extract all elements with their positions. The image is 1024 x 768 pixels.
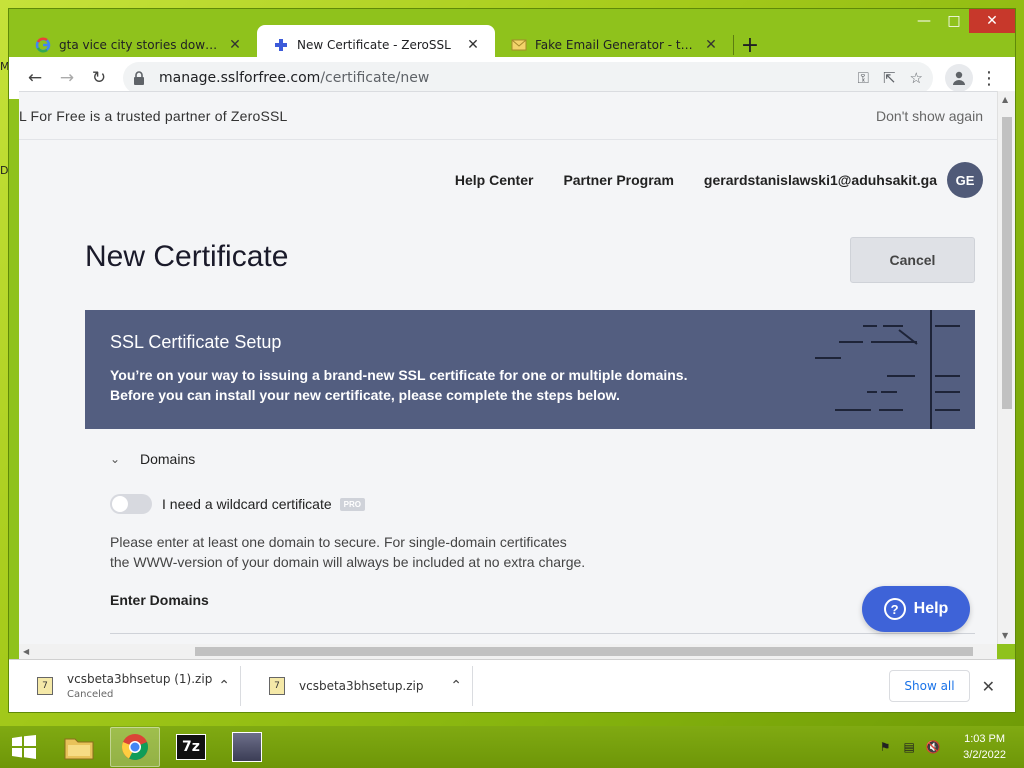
lock-icon[interactable] bbox=[133, 71, 151, 85]
chevron-down-icon: ⌄ bbox=[110, 452, 121, 466]
tab-title: gta vice city stories download for bbox=[59, 38, 221, 52]
scroll-down-icon[interactable]: ▼ bbox=[1002, 631, 1008, 640]
chevron-up-icon[interactable]: ⌃ bbox=[218, 678, 230, 694]
download-item[interactable]: 7 vcsbeta3bhsetup (1).zip Canceled ⌃ bbox=[9, 666, 241, 706]
clock[interactable]: 1:03 PM 3/2/2022 bbox=[963, 731, 1006, 763]
wildcard-label: I need a wildcard certificate bbox=[162, 496, 332, 512]
info-line: the WWW-version of your domain will alwa… bbox=[110, 554, 586, 570]
horizontal-scrollbar[interactable]: ◀ bbox=[19, 644, 997, 659]
url-text: manage.sslforfree.com/certificate/new bbox=[159, 70, 430, 86]
share-icon[interactable]: ⇱ bbox=[883, 69, 896, 87]
system-tray: ⚑ ▤ 🔇 1:03 PM 3/2/2022 bbox=[877, 731, 1024, 763]
google-icon bbox=[35, 37, 51, 53]
ssl-setup-card: SSL Certificate Setup You’re on your way… bbox=[85, 310, 975, 644]
taskbar: 7z ⚑ ▤ 🔇 1:03 PM 3/2/2022 bbox=[0, 726, 1024, 768]
volume-icon[interactable]: 🔇 bbox=[925, 739, 941, 755]
domains-label: Domains bbox=[140, 451, 196, 467]
zip-file-icon: 7 bbox=[37, 677, 53, 695]
chrome-icon bbox=[122, 734, 148, 760]
page-viewport: L For Free is a trusted partner of ZeroS… bbox=[19, 91, 1015, 644]
7zip-icon: 7z bbox=[176, 734, 206, 760]
domains-section-toggle[interactable]: ⌄ Domains bbox=[110, 449, 950, 469]
scroll-up-icon[interactable]: ▲ bbox=[1002, 95, 1008, 104]
wildcard-toggle[interactable] bbox=[110, 494, 152, 514]
setup-header: SSL Certificate Setup You’re on your way… bbox=[85, 310, 975, 429]
zip-file-icon: 7 bbox=[269, 677, 285, 695]
download-status: Canceled bbox=[67, 689, 114, 700]
download-item[interactable]: 7 vcsbeta3bhsetup.zip ⌃ bbox=[241, 666, 473, 706]
game-icon bbox=[232, 732, 262, 762]
wildcard-row: I need a wildcard certificate PRO bbox=[110, 494, 950, 514]
close-tab-icon[interactable]: ✕ bbox=[227, 37, 243, 53]
decorative-lines-icon bbox=[815, 310, 960, 429]
menu-icon[interactable]: ⋮ bbox=[973, 62, 1005, 94]
close-window-button[interactable]: ✕ bbox=[969, 9, 1015, 33]
pro-badge: PRO bbox=[339, 497, 365, 511]
close-tab-icon[interactable]: ✕ bbox=[703, 37, 719, 53]
clock-date: 3/2/2022 bbox=[963, 749, 1006, 761]
page-title: New Certificate bbox=[85, 240, 289, 273]
account-email[interactable]: gerardstanislawski1@aduhsakit.ga bbox=[704, 172, 937, 188]
start-button[interactable] bbox=[0, 726, 48, 768]
help-label: Help bbox=[913, 600, 949, 617]
input-divider bbox=[110, 633, 975, 634]
omnibox-actions: ⚿ ⇱ ☆ bbox=[858, 69, 923, 87]
help-center-link[interactable]: Help Center bbox=[455, 172, 534, 188]
network-icon[interactable]: ▤ bbox=[901, 739, 917, 755]
browser-window: — □ ✕ gta vice city stories download for… bbox=[8, 8, 1016, 713]
top-navigation: Help Center Partner Program gerardstanis… bbox=[19, 160, 999, 200]
folder-icon bbox=[64, 738, 94, 760]
download-filename: vcsbeta3bhsetup.zip bbox=[299, 679, 424, 693]
7zip-taskbar-button[interactable]: 7z bbox=[166, 727, 216, 767]
game-taskbar-button[interactable] bbox=[222, 727, 272, 767]
action-center-icon[interactable]: ⚑ bbox=[877, 739, 893, 755]
info-line: Please enter at least one domain to secu… bbox=[110, 534, 567, 550]
scroll-left-icon[interactable]: ◀ bbox=[23, 647, 29, 656]
close-shelf-icon[interactable]: ✕ bbox=[982, 677, 995, 696]
windows-logo-icon bbox=[12, 735, 36, 759]
download-filename: vcsbeta3bhsetup (1).zip bbox=[67, 672, 213, 686]
avatar[interactable]: GE bbox=[947, 162, 983, 198]
cancel-button[interactable]: Cancel bbox=[850, 237, 975, 283]
close-tab-icon[interactable]: ✕ bbox=[465, 37, 481, 53]
reload-button[interactable]: ↻ bbox=[83, 62, 115, 94]
question-icon: ? bbox=[883, 598, 906, 620]
tab-title: Fake Email Generator - temp ma bbox=[535, 38, 697, 52]
file-explorer-taskbar-button[interactable] bbox=[54, 727, 104, 767]
chrome-taskbar-button[interactable] bbox=[110, 727, 160, 767]
download-shelf: 7 vcsbeta3bhsetup (1).zip Canceled ⌃ 7 v… bbox=[9, 659, 1015, 712]
clock-time: 1:03 PM bbox=[964, 733, 1006, 745]
scroll-thumb[interactable] bbox=[195, 647, 973, 656]
domain-info-text: Please enter at least one domain to secu… bbox=[110, 532, 950, 572]
profile-icon[interactable] bbox=[945, 64, 973, 92]
setup-body: ⌄ Domains I need a wildcard certificate … bbox=[85, 429, 975, 644]
partner-banner: L For Free is a trusted partner of ZeroS… bbox=[19, 92, 1015, 140]
address-bar[interactable]: manage.sslforfree.com/certificate/new ⚿ … bbox=[123, 62, 933, 94]
help-button[interactable]: ? Help bbox=[862, 586, 970, 632]
enter-domains-label: Enter Domains bbox=[110, 592, 209, 608]
dont-show-again-link[interactable]: Don't show again bbox=[876, 108, 983, 124]
scroll-thumb[interactable] bbox=[1002, 117, 1012, 409]
partner-program-link[interactable]: Partner Program bbox=[563, 172, 673, 188]
partner-text: L For Free is a trusted partner of ZeroS… bbox=[19, 107, 288, 124]
star-icon[interactable]: ☆ bbox=[910, 69, 923, 87]
zerossl-icon bbox=[273, 37, 289, 53]
tab-title: New Certificate - ZeroSSL bbox=[297, 38, 451, 52]
show-all-button[interactable]: Show all bbox=[889, 670, 970, 702]
back-button[interactable]: ← bbox=[19, 62, 51, 94]
vertical-scrollbar[interactable]: ▲ ▼ bbox=[997, 91, 1015, 644]
key-icon[interactable]: ⚿ bbox=[858, 69, 869, 87]
forward-button[interactable]: → bbox=[51, 62, 83, 94]
chevron-up-icon[interactable]: ⌃ bbox=[450, 678, 462, 694]
email-icon bbox=[511, 37, 527, 53]
